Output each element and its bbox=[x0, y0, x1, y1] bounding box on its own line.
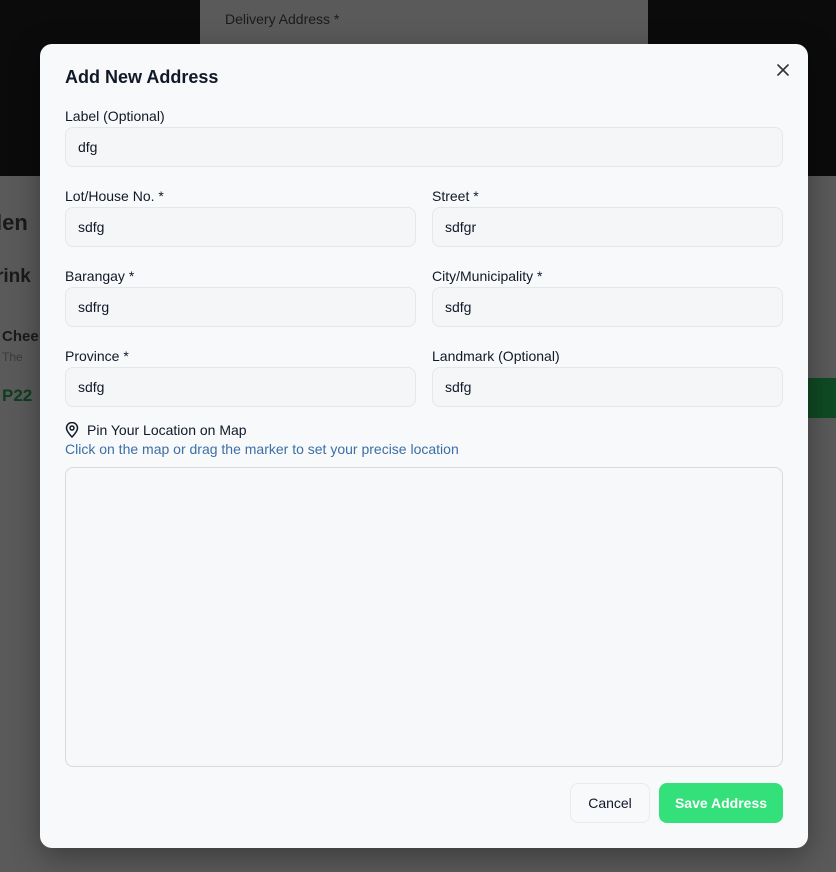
map-section-header: Pin Your Location on Map bbox=[65, 422, 247, 438]
close-button[interactable] bbox=[773, 60, 793, 80]
add-address-modal: Add New Address Label (Optional) Lot/Hou… bbox=[40, 44, 808, 848]
barangay-input[interactable] bbox=[65, 287, 416, 327]
bg-heading: len bbox=[0, 210, 28, 235]
map-hint: Click on the map or drag the marker to s… bbox=[65, 441, 459, 457]
province-input[interactable] bbox=[65, 367, 416, 407]
bg-item-sub: The bbox=[2, 350, 23, 364]
landmark-field-label: Landmark (Optional) bbox=[432, 348, 560, 364]
label-field-label: Label (Optional) bbox=[65, 108, 165, 124]
city-field-label: City/Municipality * bbox=[432, 268, 543, 284]
lot-field-label: Lot/House No. * bbox=[65, 188, 164, 204]
bg-item-name: Chee bbox=[2, 328, 39, 345]
street-input[interactable] bbox=[432, 207, 783, 247]
city-input[interactable] bbox=[432, 287, 783, 327]
bg-bottom-panel bbox=[200, 846, 648, 872]
map-section-title: Pin Your Location on Map bbox=[87, 422, 247, 438]
close-icon bbox=[777, 64, 789, 76]
location-map[interactable] bbox=[65, 467, 783, 767]
cancel-button[interactable]: Cancel bbox=[570, 783, 650, 823]
bg-delivery-address-label: Delivery Address * bbox=[225, 11, 340, 27]
lot-input[interactable] bbox=[65, 207, 416, 247]
map-pin-icon bbox=[65, 422, 79, 438]
bg-item-price: P22 bbox=[2, 386, 33, 405]
barangay-field-label: Barangay * bbox=[65, 268, 135, 284]
modal-title: Add New Address bbox=[65, 67, 219, 87]
save-address-button[interactable]: Save Address bbox=[659, 783, 783, 823]
label-input[interactable] bbox=[65, 127, 783, 167]
bg-subheading: rink bbox=[0, 266, 31, 287]
province-field-label: Province * bbox=[65, 348, 129, 364]
landmark-input[interactable] bbox=[432, 367, 783, 407]
street-field-label: Street * bbox=[432, 188, 479, 204]
